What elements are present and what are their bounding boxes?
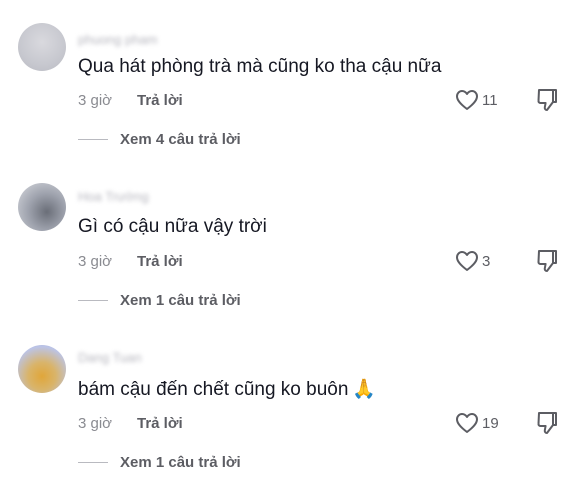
reply-button[interactable]: Trả lời: [137, 415, 183, 432]
heart-icon: [456, 90, 478, 110]
dislike-button[interactable]: [536, 88, 558, 117]
comment-text: Qua hát phòng trà mà cũng ko tha cậu nữa: [78, 56, 442, 77]
view-replies-label: Xem 1 câu trả lời: [120, 454, 241, 471]
avatar[interactable]: [18, 345, 66, 393]
thumbs-down-icon: [537, 89, 557, 111]
dislike-button[interactable]: [536, 411, 558, 440]
like-count: 11: [482, 91, 498, 109]
divider-line: [78, 139, 108, 140]
like-button[interactable]: 19: [455, 412, 499, 434]
view-replies-label: Xem 4 câu trả lời: [120, 131, 241, 148]
comment-username[interactable]: Dang Tuan: [78, 350, 142, 365]
divider-line: [78, 300, 108, 301]
like-button[interactable]: 3: [455, 250, 490, 272]
divider-line: [78, 462, 108, 463]
comment-time: 3 giờ: [78, 253, 113, 270]
comment-text-body: bám cậu đến chết cũng ko buôn: [78, 379, 349, 400]
view-replies-button[interactable]: Xem 1 câu trả lời: [78, 292, 241, 309]
like-button[interactable]: 11: [455, 89, 498, 111]
like-count: 19: [482, 414, 499, 432]
praying-hands-emoji: 🙏: [352, 379, 377, 400]
like-count: 3: [482, 252, 491, 270]
view-replies-button[interactable]: Xem 1 câu trả lời: [78, 454, 241, 471]
thumbs-down-icon: [537, 412, 557, 434]
heart-icon: [456, 251, 478, 271]
thumbs-down-icon: [537, 250, 557, 272]
comment-username[interactable]: Hoa Trường: [78, 189, 149, 204]
reply-button[interactable]: Trả lời: [137, 92, 183, 109]
comment-time: 3 giờ: [78, 415, 113, 432]
reply-button[interactable]: Trả lời: [137, 253, 183, 270]
avatar[interactable]: [18, 183, 66, 231]
view-replies-button[interactable]: Xem 4 câu trả lời: [78, 131, 241, 148]
comment-text: bám cậu đến chết cũng ko buôn 🙏: [78, 377, 376, 401]
comment-username[interactable]: phuong pham: [78, 32, 158, 47]
comment-time: 3 giờ: [78, 92, 113, 109]
avatar[interactable]: [18, 23, 66, 71]
heart-icon: [456, 413, 478, 433]
dislike-button[interactable]: [536, 249, 558, 278]
comment-text: Gì có cậu nữa vậy trời: [78, 216, 267, 237]
view-replies-label: Xem 1 câu trả lời: [120, 292, 241, 309]
